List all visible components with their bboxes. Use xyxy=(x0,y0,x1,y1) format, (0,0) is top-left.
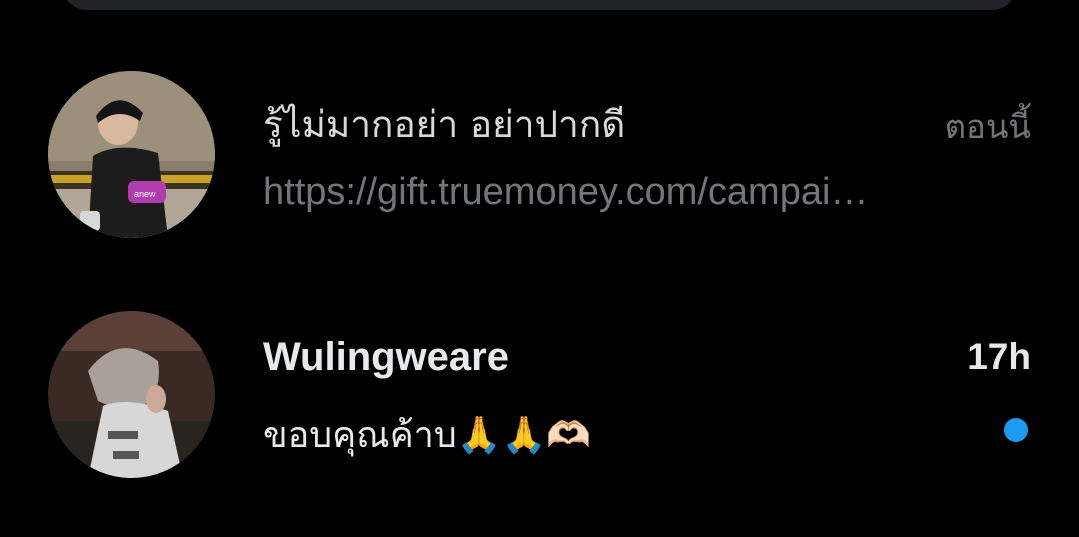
avatar[interactable]: anew xyxy=(48,71,215,238)
conversation-timestamp: ตอนนี้ xyxy=(944,107,1031,146)
avatar-photo xyxy=(48,311,215,478)
svg-text:anew: anew xyxy=(134,189,156,199)
conversation-name: รู้ไม่มากอย่า อย่าปากดี xyxy=(263,103,626,146)
unread-indicator xyxy=(1004,418,1028,442)
conversation-timestamp: 17h xyxy=(967,336,1031,377)
conversation-row[interactable]: Wulingweare 17h ขอบคุณค้าบ🙏🙏🫶🏻 xyxy=(0,305,1079,485)
message-preview: https://gift.truemoney.com/campai… xyxy=(263,171,869,213)
message-preview: ขอบคุณค้าบ🙏🙏🫶🏻 xyxy=(263,415,592,456)
avatar[interactable] xyxy=(48,311,215,478)
search-bar[interactable] xyxy=(62,0,1017,10)
conversation-name: Wulingweare xyxy=(263,335,509,379)
messages-screen: anew รู้ไม่มากอย่า อย่าปากดี ตอนนี้ http… xyxy=(0,0,1079,537)
conversation-row[interactable]: anew รู้ไม่มากอย่า อย่าปากดี ตอนนี้ http… xyxy=(0,65,1079,245)
avatar-photo: anew xyxy=(48,71,215,238)
